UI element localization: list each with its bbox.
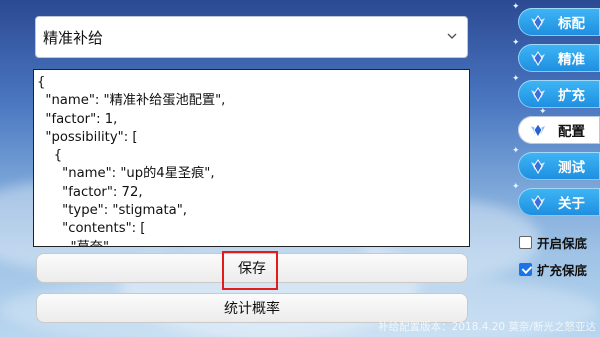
editor-line: "contents": [ <box>37 221 146 237</box>
winged-crystal-icon <box>531 195 545 211</box>
sparkle-icon: ✦ <box>512 2 520 12</box>
editor-line: "name": "up的4星圣痕", <box>37 166 215 182</box>
tab-label: 标配 <box>558 16 585 32</box>
editor-line: "type": "stigmata", <box>37 203 187 219</box>
editor-line: "莫奈" <box>37 239 469 246</box>
tab-label: 扩充 <box>558 88 585 104</box>
chevron-down-icon <box>447 33 457 39</box>
pool-select[interactable]: 精准补给 <box>35 16 468 58</box>
guarantee-checkbox-row[interactable]: 开启保底 <box>519 234 588 251</box>
tab-about[interactable]: 关于 <box>518 188 600 216</box>
editor-line: "possibility": [ <box>37 129 138 145</box>
save-button[interactable]: 保存 <box>36 253 468 283</box>
sparkle-icon: ✦ <box>539 107 547 117</box>
version-footer: 补给配置版本：2018.4.20 莫奈/断光之怒亚达 <box>378 321 596 333</box>
winged-crystal-icon <box>531 15 545 31</box>
tab-test[interactable]: 测试 <box>518 152 600 180</box>
tab-config[interactable]: 配置 <box>518 116 600 144</box>
editor-line: { <box>37 148 63 164</box>
expand-guarantee-checkbox-row[interactable]: 扩充保底 <box>519 261 588 278</box>
tab-label: 配置 <box>558 124 585 140</box>
config-json-editor[interactable]: { "name": "精准补给蛋池配置", "factor": 1, "poss… <box>33 69 470 247</box>
sparkle-icon: ✦ <box>512 146 520 156</box>
sparkle-icon: ✦ <box>512 74 520 84</box>
winged-crystal-icon <box>531 123 545 139</box>
expand-guarantee-checkbox[interactable] <box>519 262 532 276</box>
save-button-label: 保存 <box>238 261 266 277</box>
editor-line: "factor": 1, <box>37 111 118 127</box>
tab-label: 关于 <box>558 196 585 212</box>
expand-guarantee-label: 扩充保底 <box>537 262 588 278</box>
sparkle-icon: ✦ <box>512 38 520 48</box>
editor-line: "factor": 72, <box>37 184 143 200</box>
tab-expand[interactable]: 扩充 <box>518 80 600 108</box>
tab-label: 测试 <box>558 160 585 176</box>
guarantee-label: 开启保底 <box>537 235 588 251</box>
sparkle-icon: ✦ <box>512 182 520 192</box>
winged-crystal-icon <box>531 51 545 67</box>
guarantee-checkbox[interactable] <box>519 235 532 249</box>
winged-crystal-icon <box>531 87 545 103</box>
tab-precise[interactable]: 精准 <box>518 44 600 72</box>
editor-line: "name": "精准补给蛋池配置", <box>37 93 226 109</box>
stats-button-label: 统计概率 <box>224 301 280 317</box>
tab-standard[interactable]: 标配 <box>518 8 600 36</box>
editor-line: { <box>37 75 46 90</box>
tab-label: 精准 <box>558 52 585 68</box>
winged-crystal-icon <box>531 159 545 175</box>
pool-select-value: 精准补给 <box>43 28 104 47</box>
